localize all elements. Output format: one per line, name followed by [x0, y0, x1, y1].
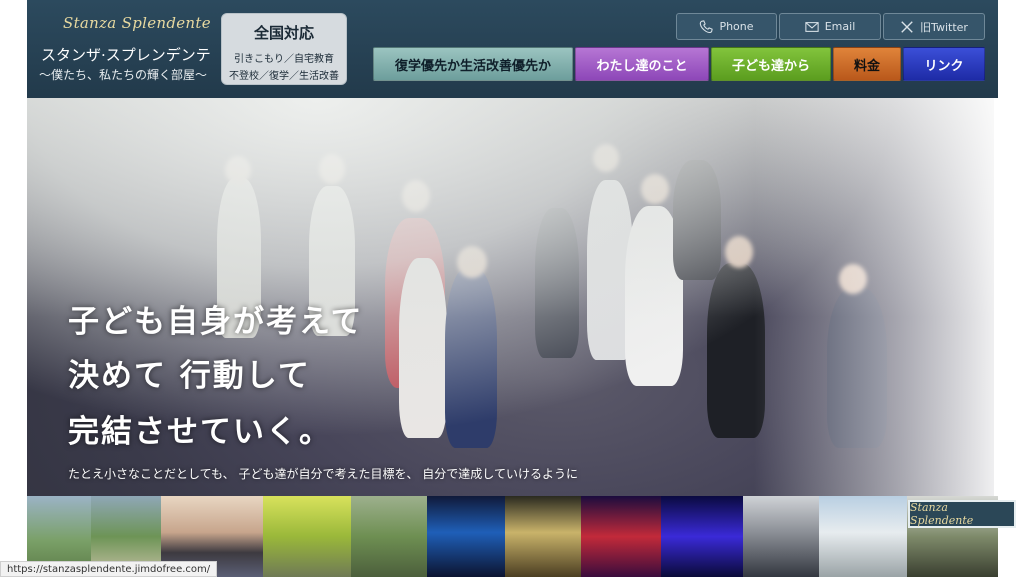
thumbnail-photo[interactable] [661, 496, 743, 577]
twitter-button[interactable]: 旧Twitter [883, 13, 985, 40]
nav-about-us[interactable]: わたし達のこと [575, 47, 709, 81]
email-button[interactable]: Email [779, 13, 881, 40]
nationwide-badge: 全国対応 引きこもり／自宅教育 不登校／復学／生活改善 [221, 13, 347, 85]
thumbnail-photo[interactable] [505, 496, 581, 577]
envelope-icon [805, 21, 819, 32]
email-label: Email [824, 20, 856, 33]
x-logo-icon [901, 20, 913, 33]
nav-links[interactable]: リンク [903, 47, 985, 81]
logo-script-text[interactable]: Stanza Splendente [63, 14, 211, 32]
thumbnail-photo[interactable] [427, 496, 505, 577]
thumbnail-photo[interactable] [263, 496, 351, 577]
badge-line-2: 不登校／復学／生活改善 [229, 71, 339, 82]
nav-return-to-school-or-lifestyle[interactable]: 復学優先か生活改善優先か [373, 47, 573, 81]
hero-caption: たとえ小さなことだとしても、 子ども達が自分で考えた目標を、 自分で達成していけ… [68, 467, 578, 481]
thumbnail-photo[interactable] [351, 496, 427, 577]
phone-label: Phone [719, 20, 754, 33]
badge-line-1: 引きこもり／自宅教育 [234, 54, 334, 65]
nav-from-children[interactable]: 子ども達から [711, 47, 831, 81]
hero-headline-line-3: 完結させていく。 [68, 414, 332, 450]
status-bar-url: https://stanzasplendente.jimdofree.com/ [0, 561, 218, 577]
hero-right-fade [754, 98, 994, 496]
badge-title: 全国対応 [253, 24, 314, 42]
phone-button[interactable]: Phone [676, 13, 777, 40]
page: { "header": { "logo_script": "Stanza Spl… [0, 0, 1024, 577]
hero-headline-line-1: 子ども自身が考えて [68, 304, 364, 340]
phone-icon [700, 19, 714, 33]
thumbnail-photo[interactable] [743, 496, 819, 577]
logo-japanese-name[interactable]: スタンザ·スプレンデンテ [41, 44, 211, 65]
thumbnail-photo[interactable] [819, 496, 907, 577]
twitter-label: 旧Twitter [920, 20, 968, 34]
thumbnail-photo[interactable] [581, 496, 661, 577]
thumbnail-logo-badge[interactable]: Stanza Splendente [908, 500, 1016, 528]
hero-headline-line-2: 決めて 行動して [68, 358, 311, 394]
hero-image: 子ども自身が考えて 決めて 行動して 完結させていく。 たとえ小さなことだとして… [27, 98, 994, 496]
nav-pricing[interactable]: 料金 [833, 47, 901, 81]
site-header: Stanza Splendente スタンザ·スプレンデンテ 〜僕たち、私たちの… [27, 0, 998, 98]
logo-tagline: 〜僕たち、私たちの輝く部屋〜 [39, 68, 208, 82]
